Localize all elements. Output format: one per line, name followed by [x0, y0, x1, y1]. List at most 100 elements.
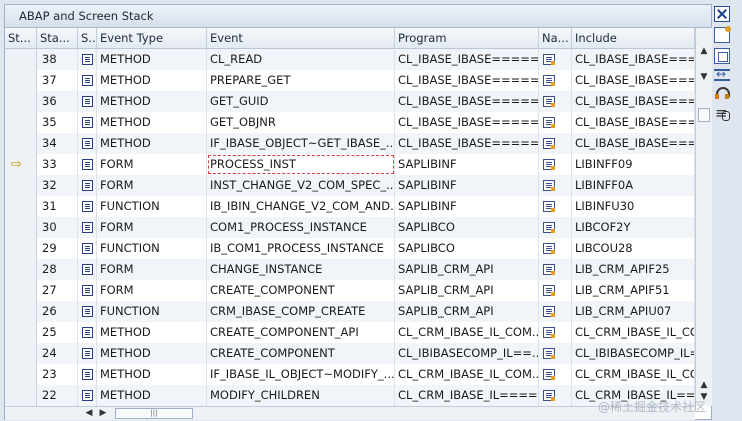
source-icon-cell[interactable] — [78, 154, 97, 175]
navigation-cell[interactable] — [539, 217, 572, 238]
source-icon-cell[interactable] — [78, 301, 97, 322]
source-icon-cell[interactable] — [78, 175, 97, 196]
include-cell[interactable]: CL_IBASE_IBASE===... — [572, 133, 695, 154]
source-icon-cell[interactable] — [78, 343, 97, 364]
include-cell[interactable]: CL_IBASE_IBASE===... — [572, 49, 695, 70]
navigate-document-icon[interactable] — [543, 159, 555, 170]
table-row[interactable]: 24 METHOD CREATE_COMPONENT CL_IBIBASECOMP_I… — [5, 343, 695, 365]
program-cell[interactable]: CL_CRM_IBASE_IL_COM... — [395, 322, 539, 343]
row-status-cell[interactable] — [5, 301, 37, 322]
scroll-up-arrow[interactable]: ▲ — [696, 44, 712, 58]
col-header-program[interactable]: Program — [395, 28, 539, 48]
scroll-down-arrow[interactable]: ▼ — [696, 70, 712, 84]
navigation-cell[interactable] — [539, 154, 572, 175]
navigate-document-icon[interactable] — [543, 222, 555, 233]
navigate-document-icon[interactable] — [543, 243, 555, 254]
source-code-icon[interactable] — [82, 96, 93, 107]
event-cell[interactable]: IB_COM1_PROCESS_INSTANCE — [207, 238, 395, 259]
col-header-event[interactable]: Event — [207, 28, 395, 48]
table-row[interactable]: 31 FUNCTION IB_IBIN_CHANGE_V2_COM_AND... SA… — [5, 196, 695, 218]
program-cell[interactable]: CL_IBASE_IBASE=====... — [395, 112, 539, 133]
source-code-icon[interactable] — [82, 285, 93, 296]
source-code-icon[interactable] — [82, 264, 93, 275]
include-cell[interactable]: LIBCOU28 — [572, 238, 695, 259]
event-cell[interactable]: CREATE_COMPONENT_API — [207, 322, 395, 343]
row-status-cell[interactable] — [5, 217, 37, 238]
table-row[interactable]: 29 FUNCTION IB_COM1_PROCESS_INSTANCE SAPLIB… — [5, 238, 695, 260]
navigation-cell[interactable] — [539, 91, 572, 112]
include-cell[interactable]: LIBINFF0A — [572, 175, 695, 196]
source-code-icon[interactable] — [82, 390, 93, 401]
row-status-cell[interactable] — [5, 343, 37, 364]
table-row[interactable]: 35 METHOD GET_OBJNR CL_IBASE_IBASE=====... C… — [5, 112, 695, 134]
source-icon-cell[interactable] — [78, 112, 97, 133]
scroll-right-arrow[interactable]: ▶ — [97, 407, 109, 420]
program-cell[interactable]: SAPLIBINF — [395, 196, 539, 217]
navigation-cell[interactable] — [539, 175, 572, 196]
row-status-cell[interactable] — [5, 385, 37, 406]
navigate-document-icon[interactable] — [543, 54, 555, 65]
source-code-icon[interactable] — [82, 75, 93, 86]
event-cell[interactable]: MODIFY_CHILDREN — [207, 385, 395, 406]
navigate-document-icon[interactable] — [543, 348, 555, 359]
program-cell[interactable]: SAPLIBINF — [395, 175, 539, 196]
source-icon-cell[interactable] — [78, 196, 97, 217]
source-icon-cell[interactable] — [78, 364, 97, 385]
event-cell[interactable]: CREATE_COMPONENT — [207, 280, 395, 301]
program-cell[interactable]: SAPLIBCO — [395, 238, 539, 259]
source-icon-cell[interactable] — [78, 385, 97, 406]
source-code-icon[interactable] — [82, 138, 93, 149]
source-code-icon[interactable] — [82, 369, 93, 380]
navigate-document-icon[interactable] — [543, 264, 555, 275]
table-row[interactable]: 38 METHOD CL_READ CL_IBASE_IBASE=====... CL_… — [5, 49, 695, 71]
scroll-left-arrow[interactable]: ◀ — [83, 407, 95, 420]
include-cell[interactable]: LIB_CRM_APIF51 — [572, 280, 695, 301]
navigate-document-icon[interactable] — [543, 369, 555, 380]
navigate-document-icon[interactable] — [543, 180, 555, 191]
source-icon-cell[interactable] — [78, 322, 97, 343]
table-row[interactable]: 26 FUNCTION CRM_IBASE_COMP_CREATE SAPLIB_CR… — [5, 301, 695, 323]
navigate-document-icon[interactable] — [543, 390, 555, 401]
source-icon-cell[interactable] — [78, 133, 97, 154]
include-cell[interactable]: LIB_CRM_APIF25 — [572, 259, 695, 280]
navigate-document-icon[interactable] — [543, 75, 555, 86]
navigate-document-icon[interactable] — [543, 306, 555, 317]
program-cell[interactable]: SAPLIBCO — [395, 217, 539, 238]
navigate-document-icon[interactable] — [543, 285, 555, 296]
table-row[interactable]: 36 METHOD GET_GUID CL_IBASE_IBASE=====... CL… — [5, 91, 695, 113]
include-cell[interactable]: LIBCOF2Y — [572, 217, 695, 238]
row-status-cell[interactable] — [5, 91, 37, 112]
row-status-cell[interactable]: ⇨ — [5, 154, 37, 175]
navigation-cell[interactable] — [539, 385, 572, 406]
include-cell[interactable]: CL_IBASE_IBASE===... — [572, 112, 695, 133]
include-cell[interactable]: LIBINFU30 — [572, 196, 695, 217]
table-row[interactable]: 30 FORM COM1_PROCESS_INSTANCE SAPLIBCO LIBCO… — [5, 217, 695, 239]
source-icon-cell[interactable] — [78, 217, 97, 238]
program-cell[interactable]: SAPLIB_CRM_API — [395, 280, 539, 301]
program-cell[interactable]: SAPLIB_CRM_API — [395, 259, 539, 280]
row-status-cell[interactable] — [5, 364, 37, 385]
hscroll-thumb[interactable]: ||| — [115, 408, 193, 419]
row-status-cell[interactable] — [5, 49, 37, 70]
col-header-event-type[interactable]: Event Type — [97, 28, 207, 48]
navigation-cell[interactable] — [539, 259, 572, 280]
include-cell[interactable]: CL_IBASE_IBASE===... — [572, 91, 695, 112]
row-status-cell[interactable] — [5, 322, 37, 343]
source-icon-cell[interactable] — [78, 70, 97, 91]
navigation-cell[interactable] — [539, 70, 572, 91]
col-header-s[interactable]: S... — [78, 28, 97, 48]
event-cell[interactable]: IF_IBASE_IL_OBJECT~MODIFY_... — [207, 364, 395, 385]
navigate-document-icon[interactable] — [543, 117, 555, 128]
event-cell[interactable]: GET_GUID — [207, 91, 395, 112]
table-row[interactable]: 32 FORM INST_CHANGE_V2_COM_SPEC_... SAPLIBI… — [5, 175, 695, 197]
row-status-cell[interactable] — [5, 175, 37, 196]
source-code-icon[interactable] — [82, 348, 93, 359]
horizontal-scrollbar[interactable]: ◀ ▶ ||| — [5, 406, 695, 420]
navigate-document-icon[interactable] — [543, 138, 555, 149]
program-cell[interactable]: CL_CRM_IBASE_IL_COM... — [395, 364, 539, 385]
row-status-cell[interactable] — [5, 280, 37, 301]
new-window-icon[interactable] — [714, 26, 731, 43]
source-code-icon[interactable] — [82, 201, 93, 212]
source-icon-cell[interactable] — [78, 280, 97, 301]
col-header-st[interactable]: St... — [5, 28, 37, 48]
